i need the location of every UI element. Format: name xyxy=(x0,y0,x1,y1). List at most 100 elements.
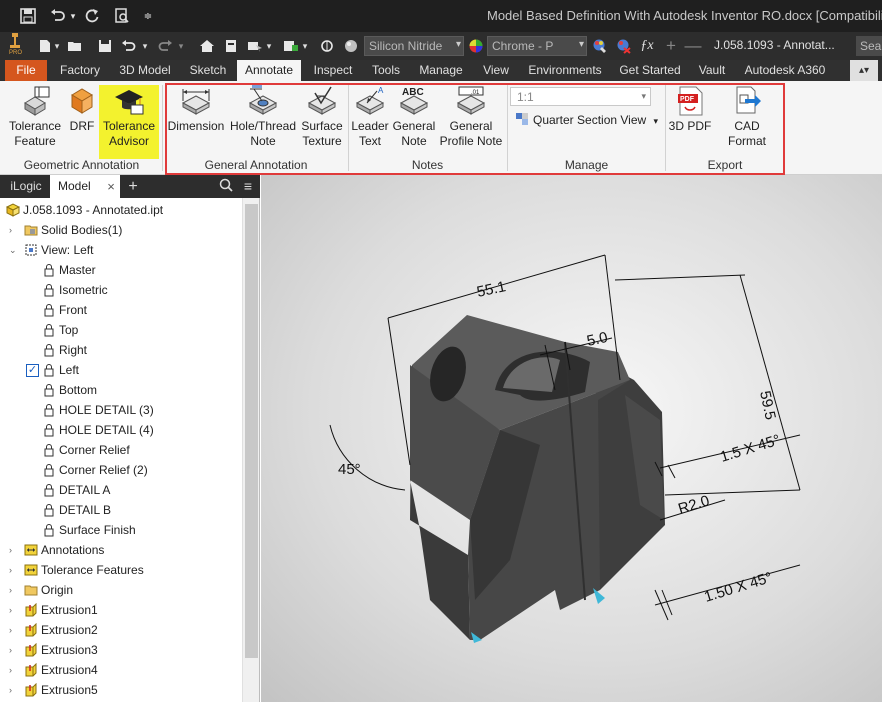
add-tab-button[interactable]: + xyxy=(124,175,142,198)
new-dropdown-icon[interactable]: ▾ xyxy=(52,37,62,55)
tree-item[interactable]: › Extrusion4 xyxy=(9,660,98,680)
browser-scrollbar[interactable] xyxy=(242,198,259,702)
measure-icon[interactable] xyxy=(318,37,336,55)
expand-icon[interactable]: › xyxy=(9,660,12,680)
tab-annotate[interactable]: Annotate xyxy=(237,60,301,81)
customize-icon[interactable]: ≑ xyxy=(142,6,154,26)
tab-environments[interactable]: Environments xyxy=(522,60,608,81)
collapse-icon[interactable]: ⌄ xyxy=(9,240,17,260)
adjust-appearance-icon[interactable] xyxy=(590,37,608,55)
add-icon[interactable]: + xyxy=(662,36,680,55)
update-icon[interactable] xyxy=(282,37,300,55)
tab-vault[interactable]: Vault xyxy=(692,60,732,81)
browser-tab-ilogic[interactable]: iLogic xyxy=(4,175,48,198)
undo-icon[interactable] xyxy=(120,37,138,55)
tab-tools[interactable]: Tools xyxy=(365,60,407,81)
tree-item[interactable]: › Origin xyxy=(9,580,73,600)
scale-combo[interactable]: 1:1 ▾ xyxy=(510,87,651,106)
tab-inspect[interactable]: Inspect xyxy=(307,60,359,81)
tree-item[interactable]: Surface Finish xyxy=(42,520,136,540)
appearance-icon[interactable] xyxy=(467,37,485,55)
print-preview-icon[interactable] xyxy=(112,6,132,26)
clear-appearance-icon[interactable] xyxy=(614,37,632,55)
select-dropdown-icon[interactable]: ▾ xyxy=(264,37,274,55)
tree-item[interactable]: › Extrusion5 xyxy=(9,680,98,700)
checkbox[interactable]: ✓ xyxy=(26,363,39,377)
properties-icon[interactable] xyxy=(222,37,240,55)
remove-icon[interactable]: — xyxy=(684,36,702,55)
tree-item[interactable]: DETAIL A xyxy=(42,480,110,500)
tree-item[interactable]: Front xyxy=(42,300,87,320)
save-icon[interactable] xyxy=(18,6,38,26)
tab-sketch[interactable]: Sketch xyxy=(184,60,232,81)
tab-file[interactable]: File xyxy=(5,60,47,81)
tree-item[interactable]: HOLE DETAIL (3) xyxy=(42,400,154,420)
save-icon[interactable] xyxy=(96,37,114,55)
surface-texture-button[interactable]: Surface Texture xyxy=(299,85,345,149)
scrollbar-thumb[interactable] xyxy=(245,204,258,658)
dimension-button[interactable]: Dimension xyxy=(167,85,225,134)
tab-3d-model[interactable]: 3D Model xyxy=(112,60,178,81)
redo-icon[interactable] xyxy=(156,37,174,55)
tree-item[interactable]: ⌄ View: Left xyxy=(9,240,93,260)
appearance-combo[interactable]: Chrome - P ▾ xyxy=(487,36,587,56)
ribbon-options-icon[interactable]: ▴▾ xyxy=(850,60,878,81)
3d-pdf-button[interactable]: PDF 3D PDF xyxy=(668,85,712,134)
undo-icon[interactable] xyxy=(48,6,68,26)
update-dropdown-icon[interactable]: ▾ xyxy=(300,37,310,55)
tree-item[interactable]: › Extrusion1 xyxy=(9,600,98,620)
expand-icon[interactable]: › xyxy=(9,540,12,560)
redo-dropdown-icon[interactable]: ▾ xyxy=(176,37,186,55)
material-ball-icon[interactable] xyxy=(342,37,360,55)
tree-item[interactable]: › Extrusion3 xyxy=(9,640,98,660)
leader-text-button[interactable]: A Leader Text xyxy=(350,85,390,149)
tab-get-started[interactable]: Get Started xyxy=(614,60,686,81)
tab-autodesk-a360[interactable]: Autodesk A360 xyxy=(738,60,832,81)
tree-item[interactable]: › Extrusion2 xyxy=(9,620,98,640)
material-combo[interactable]: Silicon Nitride ▾ xyxy=(364,36,464,56)
tolerance-feature-button[interactable]: Tolerance Feature xyxy=(4,85,66,149)
tree-item[interactable]: Corner Relief (2) xyxy=(42,460,148,480)
tolerance-advisor-button[interactable]: Tolerance Advisor xyxy=(99,85,159,159)
tab-factory[interactable]: Factory xyxy=(54,60,106,81)
hole-thread-note-button[interactable]: Hole/Thread Note xyxy=(228,85,298,149)
open-icon[interactable] xyxy=(66,37,84,55)
general-profile-note-button[interactable]: .01 General Profile Note xyxy=(437,85,505,149)
menu-icon[interactable]: ≡ xyxy=(238,175,258,198)
expand-icon[interactable]: › xyxy=(9,220,12,240)
document-tab[interactable]: J.058.1093 - Annotat... xyxy=(714,38,835,52)
expand-icon[interactable]: › xyxy=(9,600,12,620)
expand-icon[interactable]: › xyxy=(9,680,12,700)
expand-icon[interactable]: › xyxy=(9,620,12,640)
graphics-window[interactable]: 55.1 5.0 59.5 45° 1.5 X 45° R2.0 1.50 X … xyxy=(261,175,882,702)
tab-view[interactable]: View xyxy=(476,60,516,81)
undo-dropdown-icon[interactable]: ▾ xyxy=(140,37,150,55)
tree-item[interactable]: › Solid Bodies(1) xyxy=(9,220,122,240)
expand-icon[interactable]: › xyxy=(9,560,12,580)
undo-dropdown-icon[interactable]: ▾ xyxy=(68,6,78,26)
tab-manage[interactable]: Manage xyxy=(414,60,468,81)
fx-parameters-icon[interactable]: ƒx xyxy=(638,37,656,55)
tree-item[interactable]: Corner Relief xyxy=(42,440,130,460)
select-icon[interactable] xyxy=(246,37,264,55)
drf-button[interactable]: DRF xyxy=(66,85,98,134)
tree-item[interactable]: Isometric xyxy=(42,280,108,300)
expand-icon[interactable]: › xyxy=(9,580,12,600)
home-icon[interactable] xyxy=(198,37,216,55)
general-note-button[interactable]: ABC General Note xyxy=(392,85,436,149)
tree-item[interactable]: Right xyxy=(42,340,87,360)
expand-icon[interactable]: › xyxy=(9,640,12,660)
quarter-section-view-button[interactable]: Quarter Section View ▾ xyxy=(515,112,658,127)
tree-item[interactable]: › Tolerance Features xyxy=(9,560,144,580)
inventor-pro-icon[interactable]: PRO xyxy=(6,33,24,55)
tree-item[interactable]: Bottom xyxy=(42,380,97,400)
close-icon[interactable]: × xyxy=(104,175,118,198)
tree-item[interactable]: Master xyxy=(42,260,96,280)
cad-format-button[interactable]: CAD Format xyxy=(714,85,780,149)
tree-item[interactable]: ✓ Left xyxy=(26,360,79,380)
refresh-icon[interactable] xyxy=(82,6,102,26)
tree-item[interactable]: › Annotations xyxy=(9,540,104,560)
tree-item[interactable]: Top xyxy=(42,320,78,340)
search-icon[interactable] xyxy=(216,175,236,198)
tree-item[interactable]: HOLE DETAIL (4) xyxy=(42,420,154,440)
